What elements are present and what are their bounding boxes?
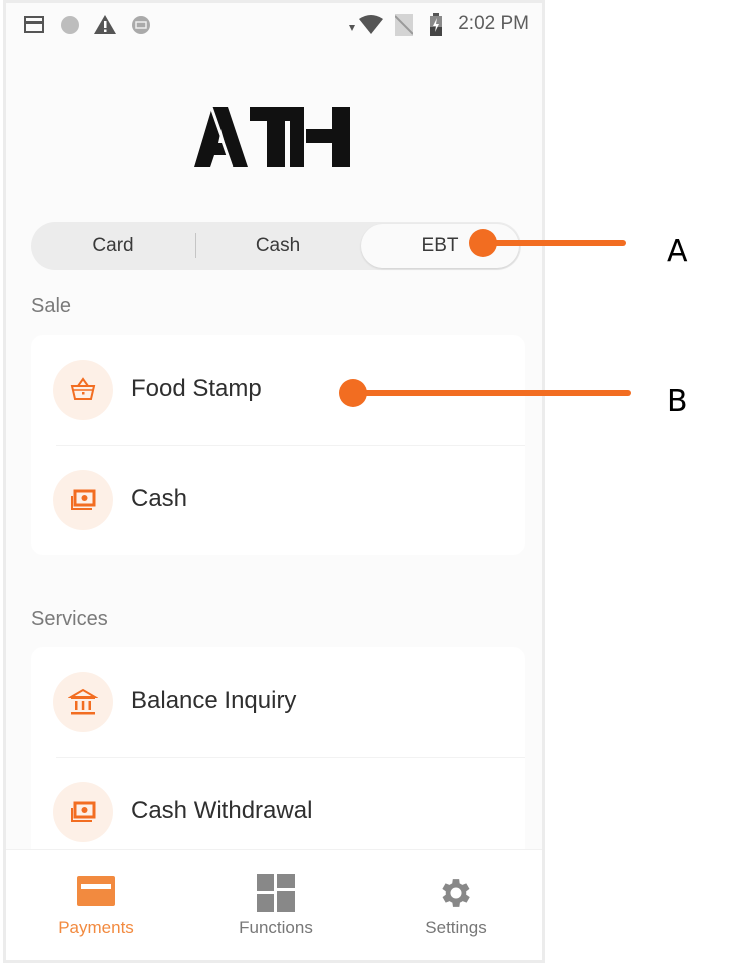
annotation-a-pointer: [469, 229, 626, 257]
annotation-label-a: A: [667, 234, 688, 269]
annotation-layer: [339, 229, 631, 407]
annotation-b-pointer: [339, 379, 631, 407]
annotation-label-b: B: [667, 384, 688, 419]
